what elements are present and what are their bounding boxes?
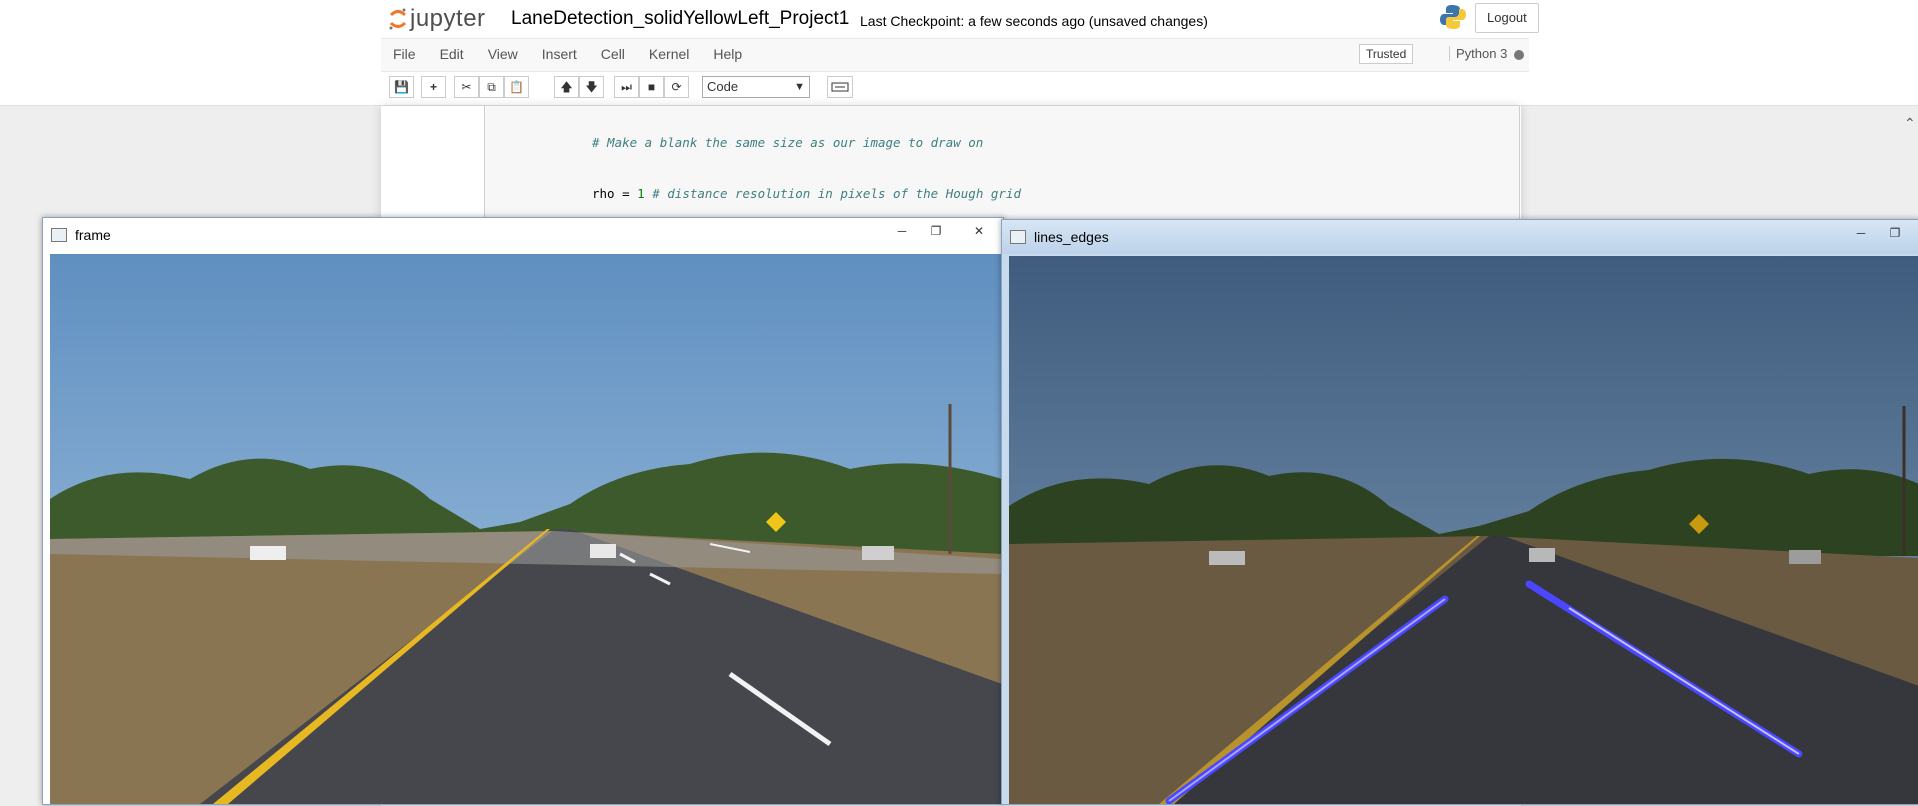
header: jupyter LaneDetection_solidYellowLeft_Pr… — [381, 0, 1539, 38]
chevron-down-icon: ▼ — [794, 81, 805, 93]
trusted-badge[interactable]: Trusted — [1359, 44, 1414, 64]
restart-icon[interactable]: ⟳ — [664, 76, 689, 98]
close-icon[interactable]: ✕ — [966, 222, 992, 240]
plus-icon[interactable]: + — [421, 76, 446, 98]
window-icon — [1010, 230, 1026, 244]
menu-insert[interactable]: Insert — [530, 39, 589, 70]
menu-edit[interactable]: Edit — [428, 39, 476, 70]
menu-file[interactable]: File — [381, 39, 428, 70]
menu-help[interactable]: Help — [701, 39, 754, 70]
copy-icon[interactable]: ⧉ — [479, 76, 504, 98]
menu-view[interactable]: View — [476, 39, 530, 70]
cell-type-value: Code — [707, 79, 739, 94]
window-lines-edges[interactable]: lines_edges ─ ❐ — [1001, 219, 1918, 805]
minimize-icon[interactable]: ─ — [889, 222, 915, 240]
kernel-status-icon — [1514, 50, 1524, 60]
stop-icon[interactable]: ■ — [639, 76, 664, 98]
menu-cell[interactable]: Cell — [589, 39, 637, 70]
code-line: # Make a blank the same size as our imag… — [592, 135, 984, 150]
paste-icon[interactable]: 📋 — [504, 76, 529, 98]
notebook-title[interactable]: LaneDetection_solidYellowLeft_Project1 — [511, 8, 849, 30]
window-title: frame — [75, 227, 111, 243]
save-icon[interactable]: 💾 — [389, 76, 414, 98]
menubar: File Edit View Insert Cell Kernel Help T… — [381, 38, 1529, 72]
window-titlebar[interactable]: frame ─ ❐ ✕ — [43, 218, 1003, 252]
cell-type-select[interactable]: Code ▼ — [702, 76, 810, 98]
lines-edges-image — [1009, 256, 1918, 804]
minimize-icon[interactable]: ─ — [1848, 224, 1874, 242]
keyboard-icon[interactable] — [827, 76, 853, 98]
logo-text: jupyter — [410, 5, 486, 32]
arrow-up-icon[interactable]: 🡅 — [554, 76, 579, 98]
jupyter-logo[interactable]: jupyter — [388, 5, 486, 33]
scroll-up-icon[interactable]: ⌃ — [1904, 115, 1916, 132]
window-titlebar[interactable]: lines_edges ─ ❐ — [1002, 220, 1918, 254]
cut-icon[interactable]: ✂ — [454, 76, 479, 98]
window-frame[interactable]: frame ─ ❐ ✕ — [42, 217, 1004, 805]
code-line: rho = 1 # distance resolution in pixels … — [592, 186, 1021, 201]
menu-kernel[interactable]: Kernel — [637, 39, 701, 70]
logout-button[interactable]: Logout — [1475, 3, 1539, 33]
arrow-down-icon[interactable]: 🡇 — [579, 76, 604, 98]
window-icon — [51, 228, 67, 242]
checkpoint-status: Last Checkpoint: a few seconds ago (unsa… — [860, 13, 1208, 29]
maximize-icon[interactable]: ❐ — [923, 222, 949, 240]
frame-image — [50, 254, 1002, 804]
jupyter-logo-icon — [389, 8, 407, 30]
run-icon[interactable]: ⏭ — [614, 76, 639, 98]
window-title: lines_edges — [1034, 229, 1109, 245]
python-logo-icon — [1439, 3, 1467, 36]
kernel-name[interactable]: Python 3 — [1449, 46, 1507, 61]
maximize-icon[interactable]: ❐ — [1882, 224, 1908, 242]
menu: File Edit View Insert Cell Kernel Help — [381, 39, 754, 70]
